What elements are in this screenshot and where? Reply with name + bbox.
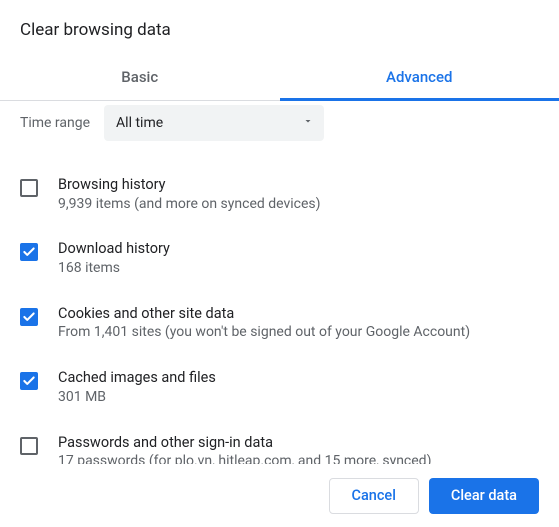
cancel-button[interactable]: Cancel <box>329 478 419 514</box>
option-title: Browsing history <box>58 175 321 195</box>
time-range-row: Time range All time <box>20 105 539 141</box>
option-row: Cookies and other site dataFrom 1,401 si… <box>20 294 539 358</box>
time-range-label: Time range <box>20 115 90 131</box>
chevron-down-icon <box>302 115 314 131</box>
time-range-value: All time <box>116 115 163 131</box>
time-range-select[interactable]: All time <box>104 105 324 141</box>
checkbox[interactable] <box>20 372 38 390</box>
option-text: Browsing history9,939 items (and more on… <box>58 175 321 213</box>
option-subtitle: 17 passwords (for plo.vn, hitleap.com, a… <box>58 452 431 464</box>
option-text: Download history168 items <box>58 239 170 277</box>
checkbox[interactable] <box>20 308 38 326</box>
option-row: Download history168 items <box>20 229 539 293</box>
clear-data-button[interactable]: Clear data <box>429 478 539 514</box>
option-row: Passwords and other sign-in data17 passw… <box>20 423 539 464</box>
option-text: Cached images and files301 MB <box>58 368 216 406</box>
option-text: Passwords and other sign-in data17 passw… <box>58 433 431 464</box>
option-title: Passwords and other sign-in data <box>58 433 431 453</box>
option-title: Download history <box>58 239 170 259</box>
option-row: Browsing history9,939 items (and more on… <box>20 165 539 229</box>
options-scroll-area[interactable]: Time range All time Browsing history9,93… <box>0 87 559 464</box>
option-text: Cookies and other site dataFrom 1,401 si… <box>58 304 470 342</box>
option-subtitle: From 1,401 sites (you won't be signed ou… <box>58 323 470 342</box>
checkbox[interactable] <box>20 437 38 455</box>
dialog-title: Clear browsing data <box>0 0 559 56</box>
checkbox[interactable] <box>20 179 38 197</box>
option-subtitle: 301 MB <box>58 388 216 407</box>
option-subtitle: 9,939 items (and more on synced devices) <box>58 195 321 214</box>
option-title: Cached images and files <box>58 368 216 388</box>
dialog-footer: Cancel Clear data <box>0 464 559 527</box>
option-subtitle: 168 items <box>58 259 170 278</box>
option-row: Cached images and files301 MB <box>20 358 539 422</box>
option-title: Cookies and other site data <box>58 304 470 324</box>
checkbox[interactable] <box>20 243 38 261</box>
